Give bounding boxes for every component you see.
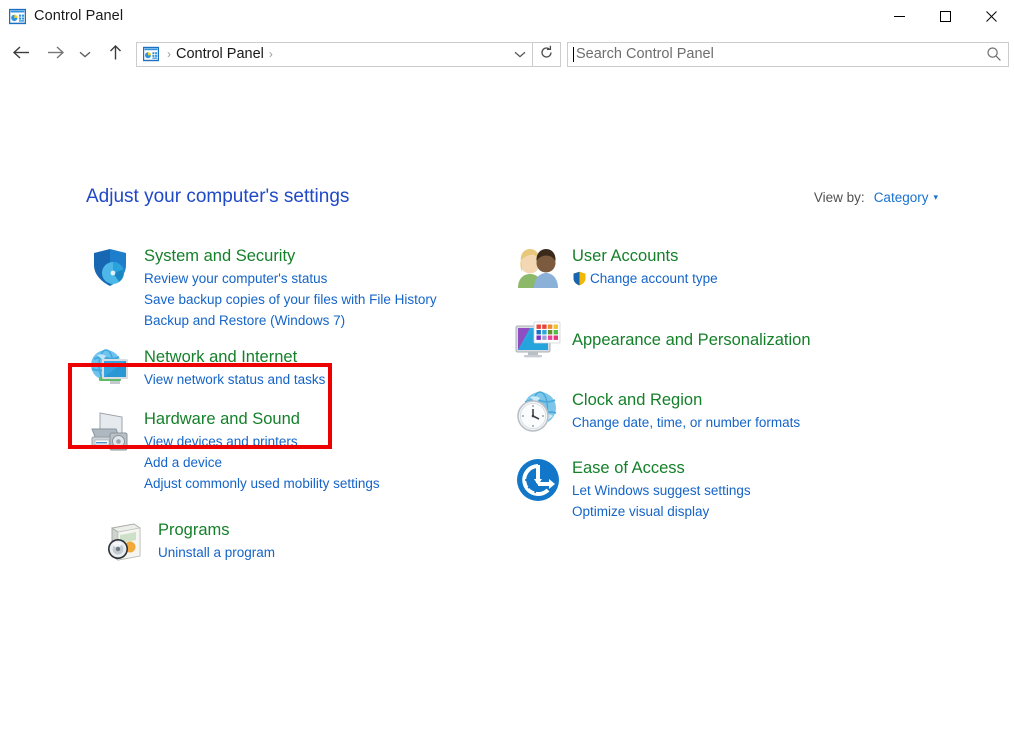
shield-icon: [86, 244, 134, 292]
category-clock-and-region[interactable]: Clock and Region Change date, time, or n…: [514, 388, 944, 436]
forward-arrow-icon: [46, 45, 65, 63]
category-system-and-security[interactable]: System and Security Review your computer…: [86, 244, 506, 331]
view-by-label: View by:: [813, 190, 865, 205]
category-link[interactable]: Review your computer's status: [144, 268, 437, 289]
category-body: Appearance and Personalization: [572, 328, 811, 352]
category-title[interactable]: User Accounts: [572, 245, 678, 267]
category-link[interactable]: Let Windows suggest settings: [572, 480, 751, 501]
back-arrow-icon: [12, 45, 31, 63]
maximize-button[interactable]: [922, 0, 968, 32]
search-caret: [573, 46, 574, 62]
minimize-button[interactable]: [876, 0, 922, 32]
category-body: Clock and Region Change date, time, or n…: [572, 388, 800, 433]
search-icon[interactable]: [986, 43, 1002, 66]
left-column: System and Security Review your computer…: [86, 244, 506, 576]
software-box-icon: [100, 518, 148, 566]
category-link[interactable]: Save backup copies of your files with Fi…: [144, 289, 437, 310]
category-user-accounts[interactable]: User Accounts Change account type: [514, 244, 944, 292]
category-link-change-account-type[interactable]: Change account type: [572, 268, 718, 289]
refresh-icon: [539, 45, 554, 63]
category-title[interactable]: Programs: [158, 519, 230, 541]
category-link[interactable]: Optimize visual display: [572, 501, 751, 522]
category-body: Programs Uninstall a program: [158, 518, 275, 563]
uac-shield-icon: [572, 271, 587, 286]
view-by-control: View by: Category ▾: [814, 190, 938, 205]
title-bar: Control Panel: [0, 0, 1014, 32]
right-column: User Accounts Change account type Appear…: [514, 244, 944, 532]
category-appearance-and-personalization[interactable]: Appearance and Personalization: [514, 316, 944, 364]
category-ease-of-access[interactable]: Ease of Access Let Windows suggest setti…: [514, 456, 944, 522]
category-link[interactable]: Add a device: [144, 452, 380, 473]
back-button[interactable]: [4, 38, 38, 70]
category-body: Ease of Access Let Windows suggest setti…: [572, 456, 751, 522]
category-link[interactable]: Uninstall a program: [158, 542, 275, 563]
search-input[interactable]: Search Control Panel: [576, 46, 714, 62]
category-title[interactable]: Ease of Access: [572, 457, 685, 479]
up-arrow-icon: [108, 44, 123, 64]
category-title[interactable]: Appearance and Personalization: [572, 329, 811, 351]
breadcrumb-control-panel-icon: [142, 46, 160, 62]
address-path-box[interactable]: › Control Panel ›: [136, 41, 533, 67]
printer-icon: [86, 407, 134, 455]
category-hardware-and-sound[interactable]: Hardware and Sound View devices and prin…: [86, 407, 506, 494]
up-button[interactable]: [98, 38, 132, 70]
address-dropdown-button[interactable]: [508, 43, 532, 66]
category-title[interactable]: Hardware and Sound: [144, 408, 300, 430]
window-controls: [876, 0, 1014, 32]
category-network-and-internet[interactable]: Network and Internet View network status…: [86, 345, 506, 393]
clock-globe-icon: [514, 388, 562, 436]
category-body: Network and Internet View network status…: [144, 345, 325, 390]
breadcrumb-separator-2[interactable]: ›: [264, 47, 278, 61]
category-link[interactable]: View devices and printers: [144, 431, 380, 452]
view-by-value[interactable]: Category: [874, 190, 929, 205]
users-icon: [514, 244, 562, 292]
category-link[interactable]: Change date, time, or number formats: [572, 412, 800, 433]
category-title[interactable]: System and Security: [144, 245, 295, 267]
category-link[interactable]: Adjust commonly used mobility settings: [144, 473, 380, 494]
forward-button[interactable]: [38, 38, 72, 70]
category-title[interactable]: Network and Internet: [144, 346, 297, 368]
close-button[interactable]: [968, 0, 1014, 32]
category-programs[interactable]: Programs Uninstall a program: [100, 518, 506, 566]
window-title: Control Panel: [34, 8, 124, 24]
recent-locations-button[interactable]: [72, 38, 98, 70]
ease-of-access-icon: [514, 456, 562, 504]
category-body: User Accounts Change account type: [572, 244, 718, 289]
category-body: System and Security Review your computer…: [144, 244, 437, 331]
refresh-button[interactable]: [533, 41, 561, 67]
category-link[interactable]: View network status and tasks: [144, 369, 325, 390]
breadcrumb-separator-1[interactable]: ›: [162, 47, 176, 61]
chevron-down-icon: [79, 46, 91, 62]
category-body: Hardware and Sound View devices and prin…: [144, 407, 380, 494]
page-title: Adjust your computer's settings: [86, 186, 350, 207]
search-box[interactable]: Search Control Panel: [567, 41, 1009, 67]
globe-monitor-icon: [86, 345, 134, 393]
control-panel-icon: [8, 8, 27, 25]
content-area: Adjust your computer's settings View by:…: [0, 76, 1014, 732]
chevron-down-icon[interactable]: ▾: [933, 192, 938, 203]
address-toolbar: › Control Panel › Search Control Panel: [0, 32, 1014, 76]
monitor-palette-icon: [514, 316, 562, 364]
category-link-label: Change account type: [590, 271, 718, 286]
breadcrumb-item-control-panel[interactable]: Control Panel: [176, 46, 264, 62]
category-link[interactable]: Backup and Restore (Windows 7): [144, 310, 437, 331]
category-title[interactable]: Clock and Region: [572, 389, 702, 411]
